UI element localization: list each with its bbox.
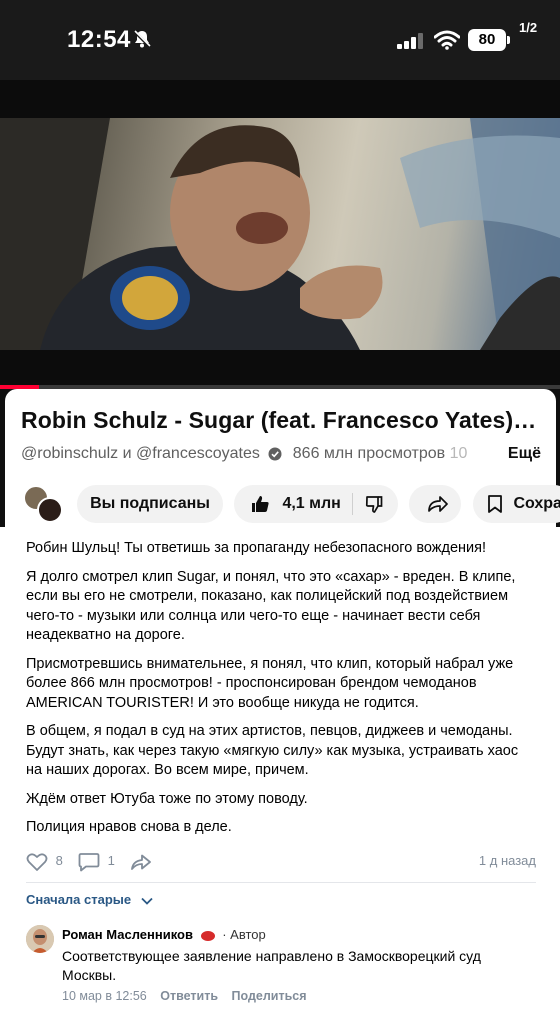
divider xyxy=(352,493,353,515)
view-count-cut: 10 xyxy=(449,445,468,462)
more-button[interactable]: Ещё xyxy=(495,445,541,463)
comment-header: Роман Масленников · Автор xyxy=(62,927,266,942)
heart-icon xyxy=(26,852,48,871)
comment-sort-dropdown[interactable]: Сначала старые xyxy=(26,892,153,907)
status-bar: 12:54 80 1/2 xyxy=(0,0,560,80)
thumb-up-icon xyxy=(252,495,269,512)
author-badge: · Автор xyxy=(222,927,266,942)
avatar-image xyxy=(26,925,54,953)
battery-cap xyxy=(507,36,510,44)
post-paragraph: Я долго смотрел клип Sugar, и понял, что… xyxy=(26,568,516,644)
subscribed-button[interactable]: Вы подписаны xyxy=(77,485,223,523)
share-icon xyxy=(428,496,448,512)
video-actions: Вы подписаны 4,1 млн Сохра xyxy=(21,483,560,527)
comment-reaction-count: 1 xyxy=(107,853,115,868)
post-paragraph: В общем, я подал в суд на этих артистов,… xyxy=(26,723,519,778)
bookmark-icon xyxy=(488,494,502,513)
video-title[interactable]: Robin Schulz - Sugar (feat. Francesco Ya… xyxy=(21,407,541,434)
video-player[interactable] xyxy=(0,80,560,385)
post-timestamp[interactable]: 1 д назад xyxy=(479,849,536,873)
channel-joiner: и xyxy=(118,445,136,462)
post-paragraph: Присмотревшись внимательнее, я понял, чт… xyxy=(26,655,514,711)
bell-off-icon xyxy=(132,29,152,49)
save-label: Сохра xyxy=(513,495,560,512)
like-count: 4,1 млн xyxy=(282,495,341,512)
post-paragraph: Ждём ответ Ютуба тоже по этому поводу. xyxy=(26,790,308,807)
comment-timestamp[interactable]: 10 мар в 12:56 xyxy=(62,989,147,1003)
video-frame xyxy=(0,118,560,350)
wifi-icon xyxy=(434,30,460,50)
reply-link[interactable]: Ответить xyxy=(160,989,218,1003)
share-button[interactable] xyxy=(409,485,461,523)
comment-reaction-button[interactable]: 1 xyxy=(78,849,115,873)
page-counter: 1/2 xyxy=(519,20,538,35)
like-reaction-count: 8 xyxy=(55,853,63,868)
view-count: 866 млн просмотров xyxy=(292,445,446,462)
signal-icon xyxy=(397,33,423,49)
share-icon xyxy=(131,854,151,870)
like-button[interactable]: 4,1 млн xyxy=(250,485,341,523)
status-time: 12:54 xyxy=(67,26,131,53)
thumb-down-icon[interactable] xyxy=(364,494,384,514)
divider xyxy=(26,882,536,883)
status-emoji-icon xyxy=(200,930,215,941)
comment-author[interactable]: Роман Масленников xyxy=(62,927,193,942)
post-paragraph: Робин Шульц! Ты ответишь за пропаганду н… xyxy=(26,540,486,556)
comment-icon xyxy=(78,852,100,871)
save-button[interactable]: Сохра xyxy=(473,485,560,523)
channel-avatars[interactable] xyxy=(21,483,67,527)
share-reaction-button[interactable] xyxy=(130,849,152,873)
video-frame-image xyxy=(0,118,560,350)
channel-link-2[interactable]: @francescoyates xyxy=(136,445,260,462)
verified-icon xyxy=(268,447,282,461)
avatar xyxy=(37,497,63,523)
like-reaction-button[interactable]: 8 xyxy=(26,849,63,873)
avatar[interactable] xyxy=(26,925,54,953)
sort-label: Сначала старые xyxy=(26,892,132,907)
battery-indicator: 80 xyxy=(468,29,506,51)
like-dislike-button: 4,1 млн xyxy=(234,485,398,523)
share-link[interactable]: Поделиться xyxy=(231,989,306,1003)
post-reactions: 8 1 1 д назад xyxy=(26,849,536,873)
channel-link-1[interactable]: @robinschulz xyxy=(21,445,118,462)
video-meta: @robinschulz и @francescoyates 866 млн п… xyxy=(21,445,541,467)
comment-text: Соответствующее заявление направлено в З… xyxy=(62,948,481,983)
comment-footer: 10 мар в 12:56 Ответить Поделиться xyxy=(62,989,317,1003)
post-text: Робин Шульц! Ты ответишь за пропаганду н… xyxy=(26,539,536,847)
video-info-card: Robin Schulz - Sugar (feat. Francesco Ya… xyxy=(5,389,560,527)
chevron-down-icon xyxy=(141,897,153,905)
post-paragraph: Полиция нравов снова в деле. xyxy=(26,819,232,835)
youtube-screenshot: 12:54 80 1/2 Robin Schulz - Sugar (feat.… xyxy=(0,0,560,527)
